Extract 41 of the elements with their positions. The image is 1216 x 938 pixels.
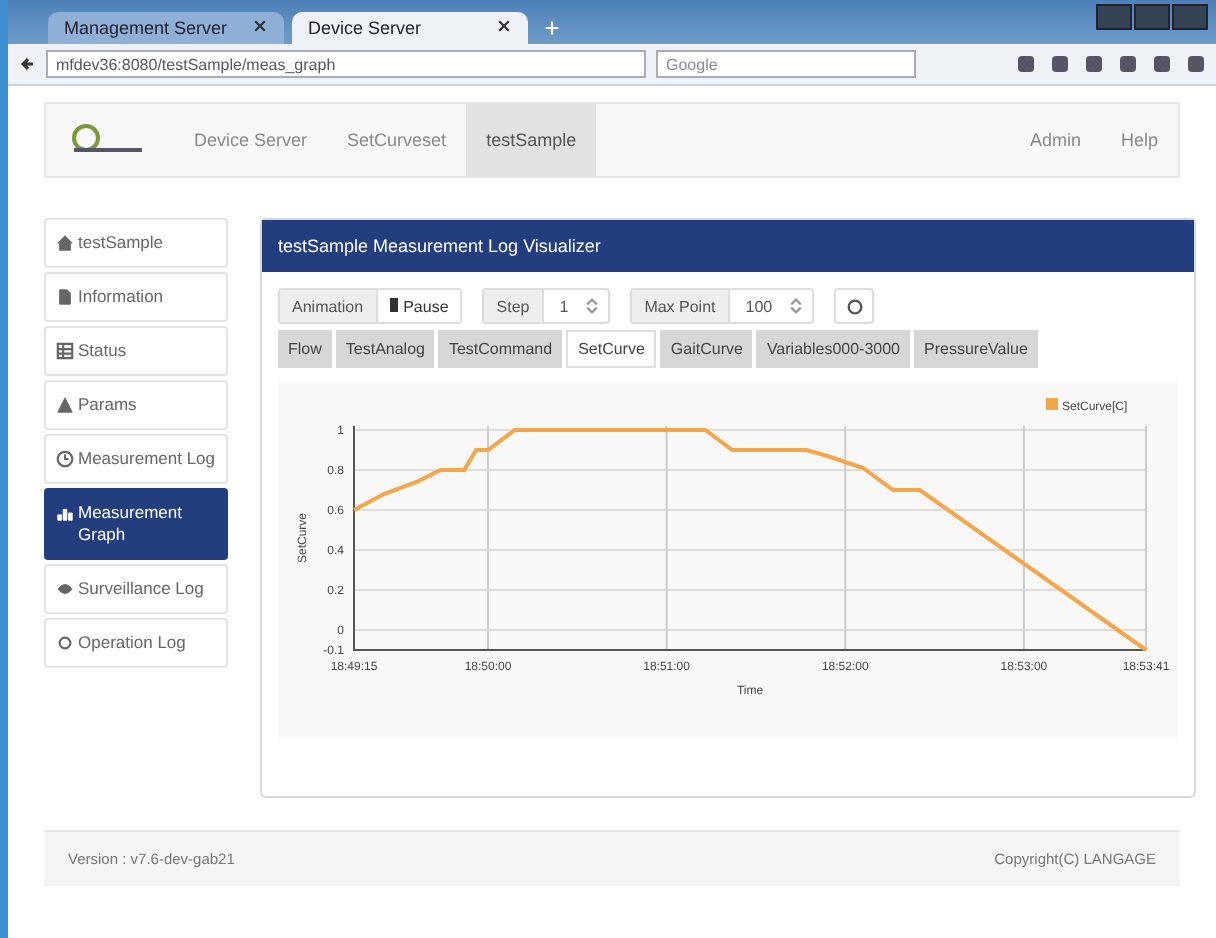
legend-swatch xyxy=(1046,398,1058,410)
max-point-field[interactable]: Max Point 100 xyxy=(630,288,815,324)
plus-icon[interactable] xyxy=(544,20,560,36)
search-field[interactable]: Google xyxy=(656,50,916,78)
eye-icon xyxy=(56,580,74,598)
panel-title: testSample Measurement Log Visualizer xyxy=(262,220,1194,272)
triangle-icon xyxy=(56,396,74,414)
sidebar-item[interactable]: Information xyxy=(44,272,228,322)
pause-icon xyxy=(389,297,398,311)
sidebar-item[interactable]: testSample xyxy=(44,218,228,268)
nav-link[interactable]: testSample xyxy=(466,104,597,176)
chart-tab[interactable]: SetCurve xyxy=(566,330,657,368)
table-icon xyxy=(56,342,74,360)
sidebar-item[interactable]: Params xyxy=(44,380,228,430)
browser-tab[interactable]: Device Server xyxy=(292,12,528,44)
chart-tab[interactable]: TestAnalog xyxy=(335,330,435,368)
spinner-icon[interactable] xyxy=(788,298,805,314)
nav-link[interactable]: Device Server xyxy=(174,104,328,176)
chart-tab[interactable]: PressureValue xyxy=(914,330,1038,368)
chart-tab[interactable]: Variables000-3000 xyxy=(756,330,911,368)
nav-link[interactable]: SetCurveset xyxy=(327,104,467,176)
chart-tab[interactable]: Flow xyxy=(278,330,332,368)
animation-label: Animation xyxy=(280,290,378,322)
browser-tab[interactable]: Management Server xyxy=(48,12,284,44)
sidebar-item[interactable]: Operation Log xyxy=(44,618,228,668)
refresh-icon xyxy=(845,297,864,315)
chart-tab[interactable]: GaitCurve xyxy=(660,330,753,368)
chart-tab[interactable]: TestCommand xyxy=(438,330,563,368)
document-icon xyxy=(56,288,74,306)
address-field[interactable]: mfdev36:8080/testSample/meas_graph xyxy=(46,50,646,78)
sidebar-item[interactable]: Status xyxy=(44,326,228,376)
sidebar-item[interactable]: Measurement Graph xyxy=(44,488,228,560)
sidebar-item[interactable]: Measurement Log xyxy=(44,434,228,484)
nav-link[interactable]: Admin xyxy=(1009,104,1101,176)
step-field[interactable]: Step 1 xyxy=(482,288,611,324)
sidebar-item[interactable]: Surveillance Log xyxy=(44,564,228,614)
spinner-icon[interactable] xyxy=(584,298,601,314)
back-icon[interactable] xyxy=(20,56,36,72)
refresh-button[interactable] xyxy=(834,288,875,324)
clock-icon xyxy=(56,450,74,468)
bar-chart-icon xyxy=(56,504,74,522)
